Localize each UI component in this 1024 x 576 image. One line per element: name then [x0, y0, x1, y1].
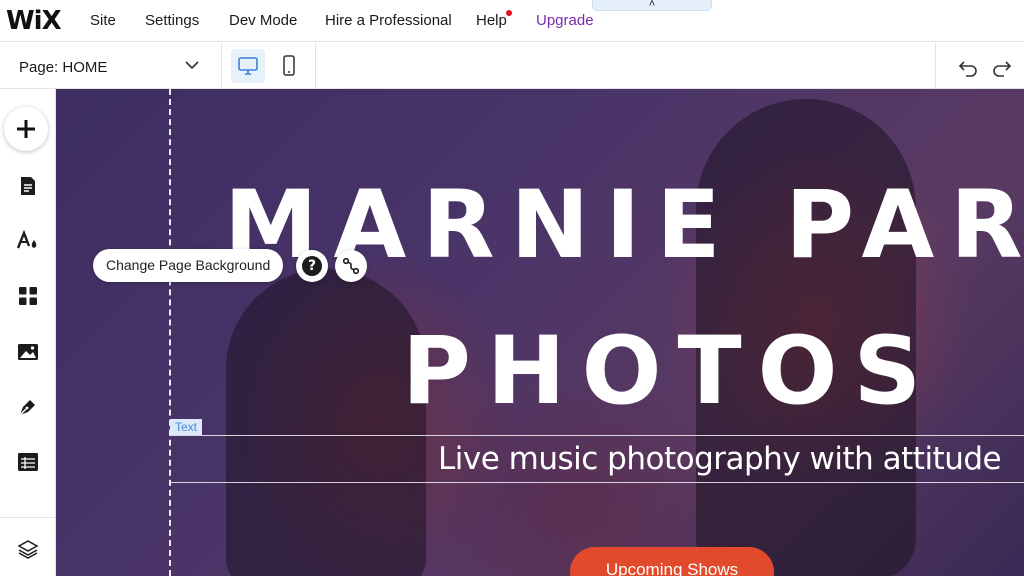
chevron-down-icon	[185, 61, 199, 70]
help-button[interactable]: ?	[296, 250, 328, 282]
chevron-up-icon: ˄	[648, 0, 656, 10]
hero-background-photo	[226, 269, 426, 576]
layers-icon	[17, 540, 39, 559]
hero-subtitle[interactable]: Live music photography with attitude	[438, 441, 1002, 477]
redo-icon[interactable]	[990, 55, 1014, 79]
wix-logo[interactable]: WiX	[6, 6, 62, 36]
page-prefix: Page:	[19, 59, 59, 76]
help-icon: ?	[302, 256, 322, 276]
menu-upgrade[interactable]: Upgrade	[536, 12, 594, 29]
cms-button[interactable]	[8, 442, 48, 482]
blog-button[interactable]	[8, 387, 48, 427]
add-icon	[17, 120, 35, 138]
menu-hire-professional[interactable]: Hire a Professional	[325, 12, 452, 29]
theme-button[interactable]	[8, 221, 48, 261]
sidebar-divider	[0, 517, 56, 518]
change-page-background-button[interactable]: Change Page Background	[93, 249, 284, 282]
mobile-view-button[interactable]	[272, 49, 306, 83]
pages-button[interactable]	[8, 166, 48, 206]
page-name: HOME	[62, 59, 108, 76]
menu-help[interactable]: Help	[476, 12, 507, 29]
add-elements-button[interactable]	[4, 107, 48, 151]
layers-button[interactable]	[8, 529, 48, 569]
editor-sidebar	[0, 89, 56, 576]
menu-settings[interactable]: Settings	[145, 12, 199, 29]
pages-icon	[21, 177, 35, 195]
page-selector[interactable]: Page: HOME	[0, 43, 222, 89]
media-button[interactable]	[8, 332, 48, 372]
mobile-icon	[283, 55, 295, 76]
editor-canvas[interactable]: MARNIE PAR PHOTOS Text Live music photog…	[56, 89, 1024, 576]
connector-icon	[342, 257, 360, 275]
hero-title-line-2[interactable]: PHOTOS	[402, 317, 937, 426]
undo-icon[interactable]	[956, 55, 980, 79]
collapse-toolbar-tab[interactable]: ˄	[592, 0, 712, 11]
desktop-view-button[interactable]	[231, 49, 265, 83]
menu-dev-mode[interactable]: Dev Mode	[229, 12, 297, 29]
text-element-tag: Text	[170, 419, 203, 435]
desktop-icon	[238, 57, 258, 75]
table-icon	[18, 453, 38, 471]
menu-site[interactable]: Site	[90, 12, 116, 29]
page-selector-label: Page: HOME	[19, 59, 107, 76]
page-toolbar: Page: HOME	[0, 43, 1024, 89]
upcoming-shows-button[interactable]: Upcoming Shows	[570, 547, 774, 576]
animation-button[interactable]	[335, 250, 367, 282]
theme-icon	[16, 230, 37, 249]
top-menu-bar: WiX Site Settings Dev Mode Hire a Profes…	[0, 0, 1024, 42]
help-notification-dot	[506, 10, 512, 16]
apps-icon	[19, 287, 37, 305]
toolbar-divider	[315, 43, 316, 89]
media-icon	[18, 344, 38, 360]
toolbar-divider	[935, 43, 936, 89]
apps-button[interactable]	[8, 276, 48, 316]
gridline	[169, 89, 171, 576]
pen-icon	[19, 400, 35, 416]
